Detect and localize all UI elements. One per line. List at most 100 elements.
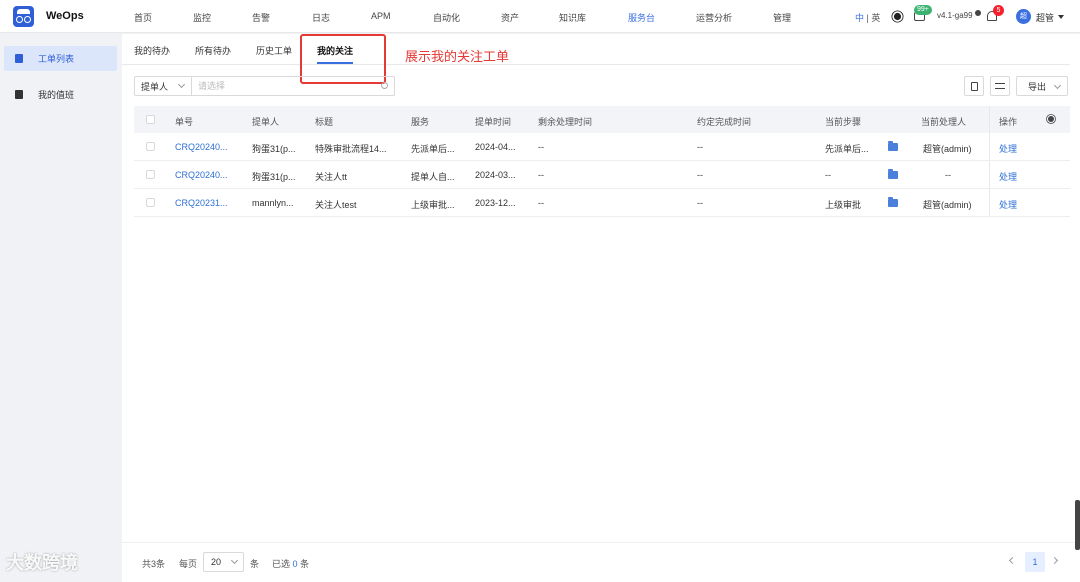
nav-item-monitor[interactable]: 监控 xyxy=(193,11,211,24)
table-header: 单号 提单人 标题 服务 提单时间 剩余处理时间 约定完成时间 当前步骤 当前处… xyxy=(134,106,1070,133)
column-settings-button[interactable] xyxy=(990,76,1010,96)
cell-title: 关注人tt xyxy=(315,172,348,182)
nav-item-assets[interactable]: 资产 xyxy=(501,11,519,24)
col-header-step[interactable]: 当前步骤 xyxy=(825,115,861,128)
nav-item-alert[interactable]: 告警 xyxy=(252,11,270,24)
ticket-table: 单号 提单人 标题 服务 提单时间 剩余处理时间 约定完成时间 当前步骤 当前处… xyxy=(134,106,1070,217)
column-divider xyxy=(989,106,990,133)
tab-history[interactable]: 历史工单 xyxy=(256,44,292,57)
sidebar-item-label: 我的值班 xyxy=(38,90,75,100)
cell-remaining-time: -- xyxy=(538,170,544,180)
sidebar-item-label: 工单列表 xyxy=(38,54,75,64)
cell-submit-time: 2023-12... xyxy=(475,198,516,208)
nav-item-knowledge[interactable]: 知识库 xyxy=(559,11,586,24)
scrollbar[interactable] xyxy=(1075,500,1080,550)
row-checkbox[interactable] xyxy=(146,142,155,151)
folder-icon[interactable] xyxy=(888,197,898,207)
logo[interactable]: WeOps xyxy=(0,5,120,27)
row-checkbox[interactable] xyxy=(146,170,155,179)
nav-item-apm[interactable]: APM xyxy=(371,11,391,21)
chevron-down-icon xyxy=(177,80,186,89)
top-navbar: WeOps 首页 监控 告警 日志 APM 自动化 资产 知识库 服务台 运营分… xyxy=(0,0,1080,33)
page-size-select[interactable]: 20 xyxy=(203,552,244,572)
cell-submitter: 狗蛋31(p... xyxy=(252,144,296,154)
calendar-icon xyxy=(15,90,23,99)
col-header-service[interactable]: 服务 xyxy=(411,115,429,128)
process-link[interactable]: 处理 xyxy=(999,198,1017,211)
cell-step: -- xyxy=(825,170,831,180)
cell-handler: -- xyxy=(945,170,951,180)
search-icon[interactable] xyxy=(381,82,388,89)
folder-icon[interactable] xyxy=(888,141,898,151)
col-header-title[interactable]: 标题 xyxy=(315,115,333,128)
sidebar-item-ticket-list[interactable]: 工单列表 xyxy=(4,46,117,71)
copy-button[interactable] xyxy=(964,76,984,96)
main-content: 我的待办 所有待办 历史工单 我的关注 展示我的关注工单 提单人 导出 单号 提… xyxy=(122,34,1080,582)
ticket-id-link[interactable]: CRQ20240... xyxy=(175,142,228,152)
avatar[interactable]: 超 xyxy=(1016,9,1031,24)
row-checkbox[interactable] xyxy=(146,198,155,207)
folder-icon[interactable] xyxy=(888,169,898,179)
export-button[interactable]: 导出 xyxy=(1016,76,1068,96)
total-count: 共3条 xyxy=(142,559,166,569)
process-link[interactable]: 处理 xyxy=(999,170,1017,183)
nav-item-admin[interactable]: 管理 xyxy=(773,11,791,24)
clipboard-icon xyxy=(970,81,978,91)
gear-icon[interactable] xyxy=(1048,116,1054,122)
nav-item-analytics[interactable]: 运营分析 xyxy=(696,11,732,24)
clipboard-icon xyxy=(15,54,23,63)
table-row: CRQ20240... 狗蛋31(p... 特殊审批流程14... 先派单后..… xyxy=(134,133,1070,161)
annotation-text: 展示我的关注工单 xyxy=(405,49,510,64)
nav-item-automation[interactable]: 自动化 xyxy=(433,11,460,24)
col-header-handler[interactable]: 当前处理人 xyxy=(921,115,966,128)
col-header-actions: 操作 xyxy=(999,117,1018,127)
user-name[interactable]: 超管 xyxy=(1036,11,1054,24)
prev-page-icon[interactable] xyxy=(1008,556,1017,565)
column-divider xyxy=(989,189,990,216)
chevron-down-icon xyxy=(230,556,239,565)
cell-submitter: 狗蛋31(p... xyxy=(252,172,296,182)
col-header-remaining-time[interactable]: 剩余处理时间 xyxy=(538,115,592,128)
filter-field-label: 提单人 xyxy=(141,81,169,92)
filter-bar: 提单人 xyxy=(134,76,395,96)
cell-title: 关注人test xyxy=(315,200,357,210)
cell-submit-time: 2024-03... xyxy=(475,170,516,180)
cell-step: 上级审批 xyxy=(825,200,862,210)
per-page-suffix: 条 xyxy=(250,559,260,569)
nav-item-home[interactable]: 首页 xyxy=(134,11,152,24)
col-header-id[interactable]: 单号 xyxy=(175,115,193,128)
nav-item-service-desk[interactable]: 服务台 xyxy=(628,11,655,24)
nav-item-log[interactable]: 日志 xyxy=(312,11,330,24)
col-header-deadline[interactable]: 约定完成时间 xyxy=(697,115,751,128)
next-page-icon[interactable] xyxy=(1050,556,1059,565)
version-info-icon[interactable] xyxy=(975,10,981,16)
current-page-button[interactable]: 1 xyxy=(1025,552,1045,572)
filter-field-select[interactable]: 提单人 xyxy=(135,77,192,95)
per-page-label: 每页 xyxy=(179,559,198,569)
filter-value-input[interactable] xyxy=(192,77,394,95)
export-label: 导出 xyxy=(1028,81,1047,92)
sidebar-item-my-duty[interactable]: 我的值班 xyxy=(4,82,117,107)
col-header-submit-time[interactable]: 提单时间 xyxy=(475,115,511,128)
theme-toggle-icon[interactable] xyxy=(893,12,902,21)
language-switch[interactable]: 中 | 英 xyxy=(855,11,880,24)
cell-handler: 超管(admin) xyxy=(923,144,972,154)
table-row: CRQ20231... mannlyn... 关注人test 上级审批... 2… xyxy=(134,189,1070,217)
tab-my-todo[interactable]: 我的待办 xyxy=(134,44,170,57)
cell-remaining-time: -- xyxy=(538,142,544,152)
sidebar: 工单列表 我的值班 xyxy=(0,34,121,582)
cell-service: 上级审批... xyxy=(411,200,455,210)
column-divider xyxy=(989,133,990,160)
top-right-tools: 中 | 英 99+ v4.1-ga99 5 超 超管 xyxy=(850,0,1075,33)
process-link[interactable]: 处理 xyxy=(999,142,1017,155)
col-header-submitter[interactable]: 提单人 xyxy=(252,115,279,128)
page-size-value: 20 xyxy=(211,557,222,567)
tab-all-todo[interactable]: 所有待办 xyxy=(195,44,231,57)
ticket-id-link[interactable]: CRQ20231... xyxy=(175,198,228,208)
columns-icon xyxy=(995,83,1005,89)
ticket-tabs: 我的待办 所有待办 历史工单 我的关注 xyxy=(122,34,1070,65)
ticket-id-link[interactable]: CRQ20240... xyxy=(175,170,228,180)
select-all-checkbox[interactable] xyxy=(146,115,155,124)
user-menu-caret-icon[interactable] xyxy=(1058,15,1064,19)
message-badge: 99+ xyxy=(914,5,932,15)
